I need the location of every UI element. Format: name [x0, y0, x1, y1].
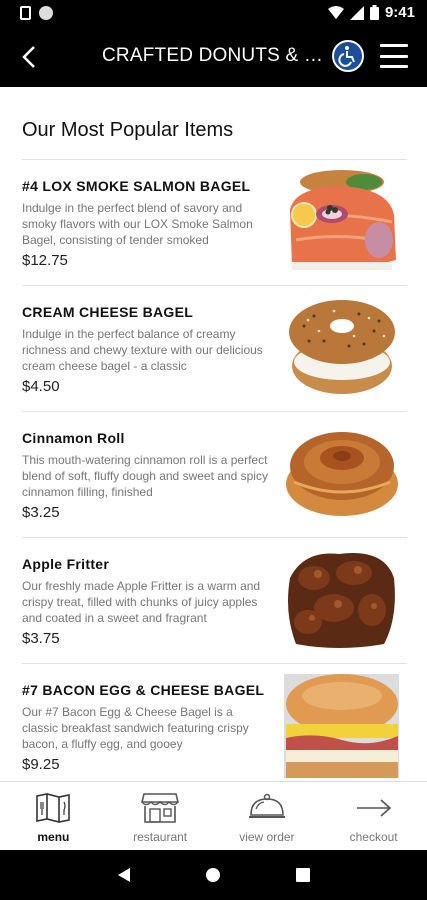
item-name: Apple Fritter	[22, 556, 110, 572]
system-home-icon[interactable]	[205, 867, 221, 883]
back-button[interactable]	[14, 42, 44, 72]
item-price: $3.75	[22, 630, 60, 647]
wifi-icon	[327, 5, 344, 19]
battery-icon	[369, 5, 379, 20]
bacon-egg-cheese-bagel-image[interactable]	[284, 674, 399, 778]
item-description: Indulge in the perfect blend of savory a…	[22, 201, 253, 247]
accessibility-icon	[338, 46, 355, 67]
bottom-navigation: menu restaurant view order checkout	[0, 781, 427, 850]
chevron-left-icon	[22, 46, 35, 68]
nav-view-order[interactable]: view order	[214, 782, 321, 850]
item-name: Cinnamon Roll	[22, 430, 125, 446]
section-title: Our Most Popular Items	[22, 119, 234, 141]
clock: 9:41	[384, 4, 415, 21]
item-name: #7 BACON EGG & CHEESE BAGEL	[22, 682, 265, 698]
cloche-icon	[248, 793, 285, 818]
nav-checkout[interactable]: checkout	[320, 782, 427, 850]
item-description: This mouth-watering cinnamon roll is a p…	[22, 453, 268, 499]
item-price: $12.75	[22, 252, 68, 269]
storefront-icon	[141, 793, 180, 823]
cream-cheese-bagel-image[interactable]	[284, 296, 399, 400]
list-item[interactable]: Cinnamon Roll This mouth-watering cinnam…	[22, 412, 407, 538]
status-bar: 9:41	[0, 0, 427, 28]
item-description: Our freshly made Apple Fritter is a warm…	[22, 579, 261, 625]
nav-label: menu	[37, 830, 70, 844]
notification-icon	[20, 6, 31, 20]
list-item[interactable]: CREAM CHEESE BAGEL Indulge in the perfec…	[22, 286, 407, 412]
accessibility-button[interactable]	[332, 40, 364, 72]
list-item[interactable]: Apple Fritter Our freshly made Apple Fri…	[22, 538, 407, 664]
popular-items-list: #4 LOX SMOKE SALMON BAGEL Indulge in the…	[22, 159, 407, 781]
nav-label: view order	[239, 830, 295, 844]
app-notification-icon	[39, 6, 53, 20]
nav-label: checkout	[349, 830, 398, 844]
page-title: CRAFTED DONUTS & BAGELS	[102, 45, 330, 66]
item-price: $4.50	[22, 378, 60, 395]
item-description: Indulge in the perfect balance of creamy…	[22, 327, 263, 373]
item-description: Our #7 Bacon Egg & Cheese Bagel is a cla…	[22, 705, 249, 751]
cinnamon-roll-image[interactable]	[284, 422, 399, 526]
system-recents-icon[interactable]	[295, 868, 310, 882]
item-name: CREAM CHEESE BAGEL	[22, 304, 194, 320]
system-back-icon[interactable]	[117, 867, 131, 883]
item-price: $9.25	[22, 756, 60, 773]
signal-icon	[349, 5, 364, 20]
list-item[interactable]: #4 LOX SMOKE SALMON BAGEL Indulge in the…	[22, 160, 407, 286]
hamburger-menu-button[interactable]	[380, 44, 408, 68]
list-item[interactable]: #7 BACON EGG & CHEESE BAGEL Our #7 Bacon…	[22, 664, 407, 781]
nav-menu[interactable]: menu	[0, 782, 107, 850]
phone-frame: 9:41 CRAFTED DONUTS & BAGELS Our Most Po…	[0, 0, 427, 900]
main-content[interactable]: Our Most Popular Items #4 LOX SMOKE SALM…	[0, 87, 427, 781]
menu-book-icon	[36, 793, 71, 823]
lox-bagel-image[interactable]	[284, 170, 399, 274]
item-name: #4 LOX SMOKE SALMON BAGEL	[22, 178, 251, 194]
arrow-right-icon	[356, 799, 391, 817]
nav-restaurant[interactable]: restaurant	[107, 782, 214, 850]
app-header: CRAFTED DONUTS & BAGELS	[0, 28, 427, 87]
item-price: $3.25	[22, 504, 60, 521]
system-navigation-bar	[0, 850, 427, 900]
apple-fritter-image[interactable]	[284, 548, 399, 652]
nav-label: restaurant	[133, 830, 188, 844]
